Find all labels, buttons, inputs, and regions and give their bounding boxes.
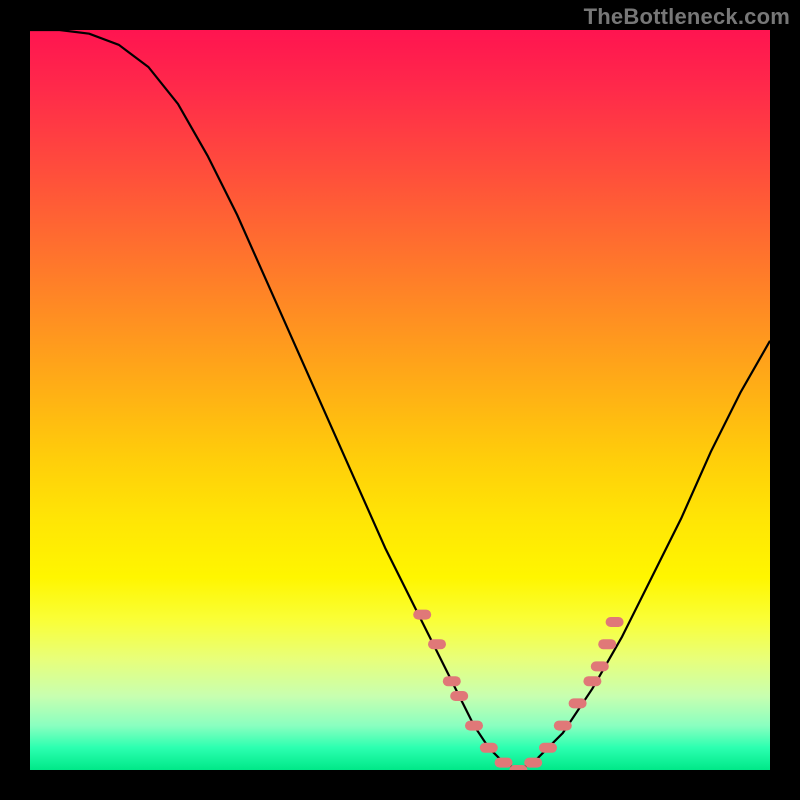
marker-dot (495, 758, 513, 768)
marker-dot (450, 691, 468, 701)
marker-dot (539, 743, 557, 753)
marker-dot (591, 661, 609, 671)
marker-dot (598, 639, 616, 649)
marker-dot (583, 676, 601, 686)
marker-dot (524, 758, 542, 768)
marker-dot (554, 721, 572, 731)
curve-layer (30, 30, 770, 770)
marker-dot (606, 617, 624, 627)
marker-dot (443, 676, 461, 686)
main-curve (30, 30, 770, 770)
marker-dot (465, 721, 483, 731)
marker-dot (569, 698, 587, 708)
watermark-text: TheBottleneck.com (584, 4, 790, 30)
chart-frame: TheBottleneck.com (0, 0, 800, 800)
plot-area (30, 30, 770, 770)
marker-dot (509, 765, 527, 770)
marker-dot (413, 610, 431, 620)
marker-dot (428, 639, 446, 649)
marker-dot (480, 743, 498, 753)
